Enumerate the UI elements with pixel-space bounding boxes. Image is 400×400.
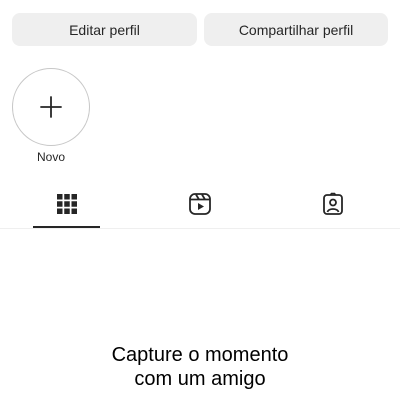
tab-posts[interactable]: [0, 181, 133, 227]
profile-tabs: [0, 181, 400, 229]
new-highlight-button[interactable]: [12, 68, 90, 146]
share-profile-label: Compartilhar perfil: [238, 21, 354, 38]
tagged-user-icon: [322, 192, 343, 215]
share-profile-button[interactable]: Compartilhar perfil: [204, 13, 388, 46]
new-highlight: Novo: [11, 68, 91, 164]
plus-icon: [40, 96, 62, 118]
tab-tagged[interactable]: [266, 181, 399, 227]
new-highlight-label: Novo: [36, 150, 65, 164]
reels-icon: [188, 193, 211, 215]
tab-reels[interactable]: [133, 181, 266, 227]
tabs-divider: [0, 228, 400, 229]
grid-icon: [56, 194, 77, 214]
empty-state-title: Capture o momento com um amigo: [111, 344, 289, 390]
edit-profile-button[interactable]: Editar perfil: [12, 13, 197, 46]
edit-profile-label: Editar perfil: [69, 21, 140, 38]
